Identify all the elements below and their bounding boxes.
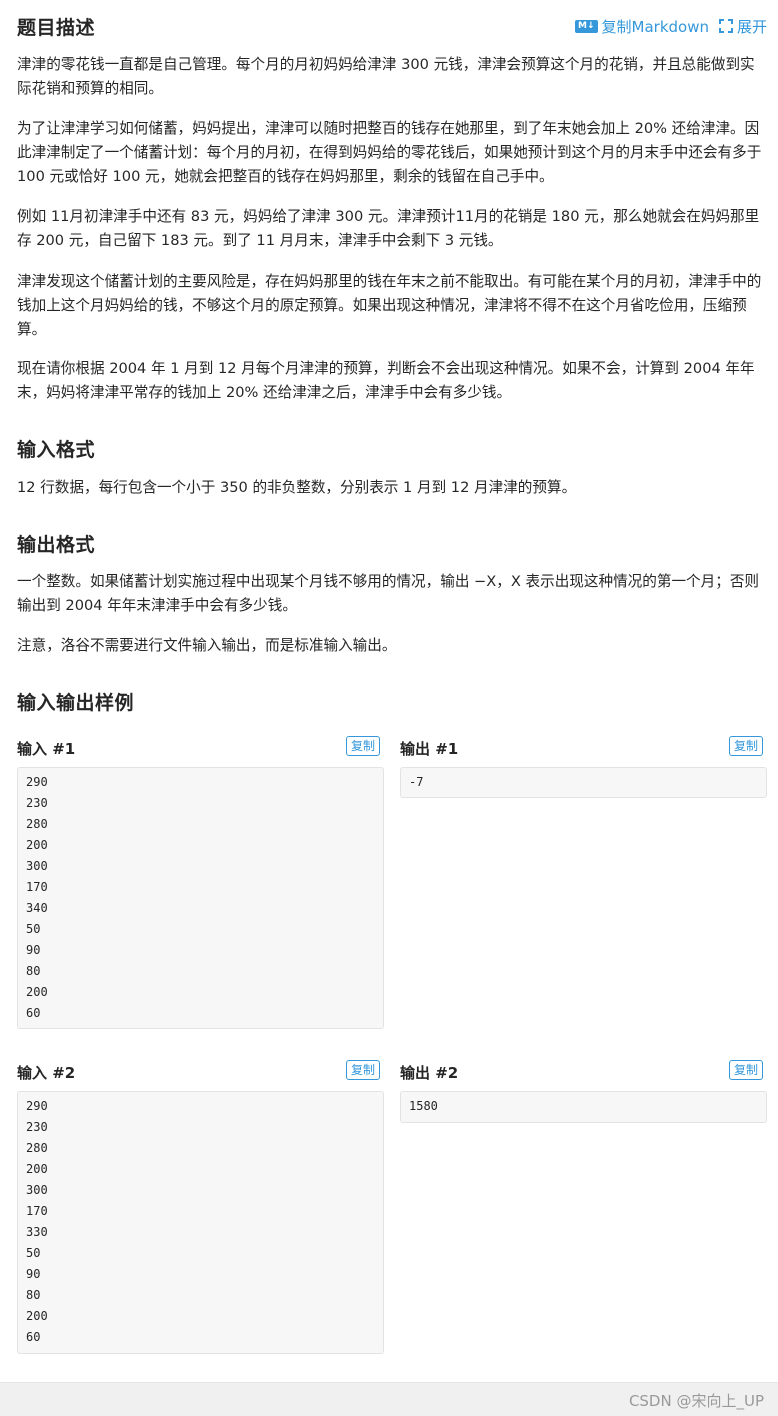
sample-input-1-box[interactable]: 290 230 280 200 300 170 340 50 90 80 200 60: [17, 767, 384, 1029]
code-line: 60: [26, 1330, 41, 1344]
csdn-watermark: CSDN @宋向上_UP: [628, 1392, 764, 1410]
sample-output-2-label: 输出 #2: [400, 1064, 459, 1082]
code-line: 50: [26, 1246, 41, 1260]
code-line: 60: [26, 1006, 41, 1020]
code-line: 290: [26, 1099, 48, 1113]
code-line: 300: [26, 859, 48, 873]
expand-icon: [718, 19, 733, 33]
code-line: 290: [26, 775, 48, 789]
problem-title: 题目描述: [17, 16, 96, 39]
code-line: 300: [26, 1183, 48, 1197]
code-line: 200: [26, 1309, 48, 1323]
sample-output-2-lines: 1580: [409, 1098, 758, 1119]
code-line: 170: [26, 880, 48, 894]
copy-markdown-label: 复制Markdown: [601, 17, 709, 36]
problem-page: 题目描述 M↓ 复制Markdown 展开 津津的零花钱一直都是自己管理。每个月…: [0, 0, 778, 1382]
copy-input-2-button[interactable]: 复制: [346, 1060, 381, 1080]
header-actions: M↓ 复制Markdown 展开: [575, 16, 767, 37]
code-line: 200: [26, 985, 48, 999]
code-line: 170: [26, 1204, 48, 1218]
sample-input-2-box[interactable]: 290 230 280 200 300 170 330 50 90 80 200 60: [17, 1091, 384, 1354]
code-line: 80: [26, 1288, 41, 1302]
description-paragraph-4: 津津发现这个储蓄计划的主要风险是，存在妈妈那里的钱在年末之前不能取出。有可能在某…: [17, 273, 762, 338]
code-line: 50: [26, 922, 41, 936]
samples-title: 输入输出样例: [17, 692, 135, 714]
sample-output-1-label: 输出 #1: [400, 740, 459, 758]
description-paragraph-2: 为了让津津学习如何储蓄，妈妈提出，津津可以随时把整百的钱存在她那里，到了年末她会…: [17, 120, 762, 185]
code-line: 330: [26, 1225, 48, 1239]
code-line: 200: [26, 838, 48, 852]
code-line: 280: [26, 1141, 48, 1155]
input-format-title: 输入格式: [17, 439, 96, 461]
output-format-text: 一个整数。如果储蓄计划实施过程中出现某个月钱不够用的情况，输出 −X，X 表示出…: [17, 573, 760, 614]
code-line: -7: [409, 775, 424, 789]
output-format-title: 输出格式: [17, 534, 96, 556]
sample-output-1-lines: -7: [409, 774, 758, 795]
code-line: 230: [26, 796, 48, 810]
code-line: 90: [26, 1267, 41, 1281]
code-line: 1580: [409, 1099, 438, 1113]
footer-bar: CSDN @宋向上_UP: [0, 1382, 778, 1416]
sample-output-1-box[interactable]: -7: [400, 767, 767, 798]
markdown-icon: M↓: [575, 19, 598, 33]
code-line: 200: [26, 1162, 48, 1176]
copy-output-1-button[interactable]: 复制: [729, 736, 764, 756]
problem-header: 题目描述 M↓ 复制Markdown 展开: [17, 11, 767, 41]
expand-button[interactable]: 展开: [718, 16, 767, 37]
copy-markdown-button[interactable]: M↓ 复制Markdown: [575, 16, 709, 37]
sample-input-1-label: 输入 #1: [17, 740, 76, 758]
copy-output-2-button[interactable]: 复制: [729, 1060, 764, 1080]
output-format-note: 注意，洛谷不需要进行文件输入输出，而是标准输入输出。: [17, 637, 397, 654]
sample-input-1-lines: 290 230 280 200 300 170 340 50 90 80 200 60: [26, 774, 375, 1026]
input-format-text: 12 行数据，每行包含一个小于 350 的非负整数，分别表示 1 月到 12 月…: [17, 479, 577, 496]
code-line: 340: [26, 901, 48, 915]
sample-input-2-label: 输入 #2: [17, 1064, 76, 1082]
description-paragraph-5: 现在请你根据 2004 年 1 月到 12 月每个月津津的预算，判断会不会出现这…: [17, 360, 755, 401]
code-line: 230: [26, 1120, 48, 1134]
code-line: 90: [26, 943, 41, 957]
expand-label: 展开: [736, 17, 767, 36]
code-line: 80: [26, 964, 41, 978]
sample-input-2-lines: 290 230 280 200 300 170 330 50 90 80 200 60: [26, 1098, 375, 1350]
description-paragraph-1: 津津的零花钱一直都是自己管理。每个月的月初妈妈给津津 300 元钱，津津会预算这…: [17, 56, 755, 97]
copy-input-1-button[interactable]: 复制: [346, 736, 381, 756]
code-line: 280: [26, 817, 48, 831]
description-paragraph-3: 例如 11月初津津手中还有 83 元，妈妈给了津津 300 元。津津预计11月的…: [17, 208, 760, 249]
sample-output-2-box[interactable]: 1580: [400, 1091, 767, 1123]
